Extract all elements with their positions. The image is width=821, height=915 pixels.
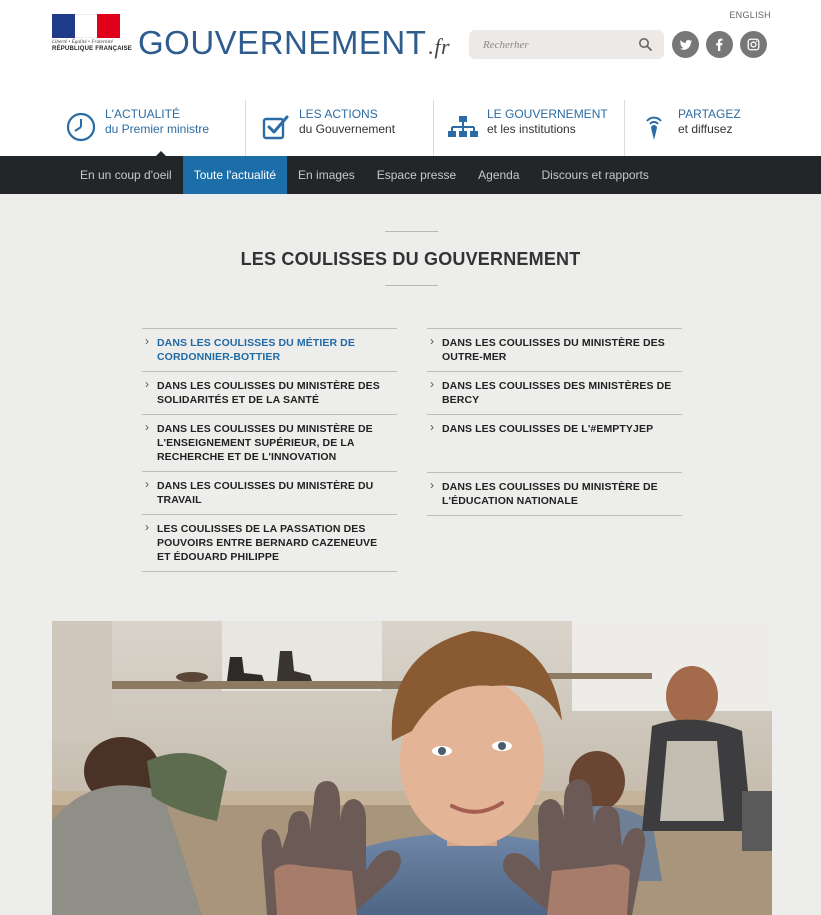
nav-actions[interactable]: LES ACTIONS du Gouvernement: [245, 100, 433, 156]
nav-actions-title: LES ACTIONS: [299, 107, 378, 121]
search-box: [469, 30, 664, 59]
twitter-icon[interactable]: [672, 31, 699, 58]
search-icon[interactable]: [638, 37, 652, 51]
tricolor-flag-icon: [52, 14, 121, 38]
nav-actualite[interactable]: L'ACTUALITÉ du Premier ministre: [52, 100, 245, 157]
featured-photo[interactable]: [52, 621, 772, 915]
list-item[interactable]: DANS LES COULISSES DU MINISTÈRE DE L'ÉDU…: [427, 472, 682, 516]
logo-republique-francaise: RÉPUBLIQUE FRANÇAISE: [52, 46, 133, 52]
subnav-coup-d-oeil[interactable]: En un coup d'oeil: [69, 156, 183, 194]
list-item[interactable]: DANS LES COULISSES DU MÉTIER DE CORDONNI…: [142, 328, 397, 371]
list-item[interactable]: DANS LES COULISSES DU MINISTÈRE DU TRAVA…: [142, 471, 397, 514]
logo-motto: Liberté • Égalité • Fraternité: [52, 40, 113, 45]
title-divider-top: [385, 231, 438, 232]
instagram-icon[interactable]: [740, 31, 767, 58]
main-navigation: L'ACTUALITÉ du Premier ministre LES ACTI…: [52, 100, 772, 157]
articles-list-left: DANS LES COULISSES DU MÉTIER DE CORDONNI…: [142, 328, 397, 572]
list-item[interactable]: DANS LES COULISSES DES MINISTÈRES DE BER…: [427, 371, 682, 414]
list-item[interactable]: DANS LES COULISSES DU MINISTÈRE DES SOLI…: [142, 371, 397, 414]
section-title: LES COULISSES DU GOUVERNEMENT: [240, 249, 581, 269]
subnav-en-images[interactable]: En images: [287, 156, 366, 194]
nav-partagez[interactable]: PARTAGEZ et diffusez: [624, 100, 772, 156]
nav-gouvernement[interactable]: LE GOUVERNEMENT et les institutions: [433, 100, 624, 156]
english-link[interactable]: ENGLISH: [729, 10, 771, 20]
nav-actions-subtitle: du Gouvernement: [299, 122, 396, 136]
title-divider-bottom: [385, 285, 438, 286]
sub-navigation: En un coup d'oeil Toute l'actualité En i…: [0, 156, 821, 194]
nav-gouvernement-title: LE GOUVERNEMENT: [487, 107, 608, 121]
subnav-discours-rapports[interactable]: Discours et rapports: [531, 156, 660, 194]
nav-partagez-title: PARTAGEZ: [678, 107, 741, 121]
site-header: Liberté • Égalité • Fraternité RÉPUBLIQU…: [0, 0, 821, 100]
nav-actualite-subtitle: du Premier ministre: [105, 122, 210, 136]
broadcast-icon: [646, 116, 662, 140]
articles-list-right: DANS LES COULISSES DU MINISTÈRE DES OUTR…: [427, 328, 682, 516]
nav-partagez-subtitle: et diffusez: [678, 122, 733, 136]
brand-tld: .fr: [428, 34, 451, 59]
list-item[interactable]: LES COULISSES DE LA PASSATION DES POUVOI…: [142, 514, 397, 572]
main-content: LES COULISSES DU GOUVERNEMENT DANS LES C…: [0, 194, 821, 915]
subnav-agenda[interactable]: Agenda: [467, 156, 530, 194]
site-brand[interactable]: GOUVERNEMENT.fr: [138, 24, 450, 62]
search-input[interactable]: [469, 30, 619, 59]
list-item[interactable]: DANS LES COULISSES DU MINISTÈRE DE L'ENS…: [142, 414, 397, 471]
nav-actualite-title: L'ACTUALITÉ: [105, 107, 180, 121]
list-item[interactable]: DANS LES COULISSES DU MINISTÈRE DES OUTR…: [427, 328, 682, 371]
facebook-icon[interactable]: [706, 31, 733, 58]
list-item[interactable]: DANS LES COULISSES DE L'#EMPTYJEP: [427, 414, 682, 472]
org-chart-icon: [448, 116, 478, 137]
subnav-espace-presse[interactable]: Espace presse: [366, 156, 467, 194]
nav-gouvernement-subtitle: et les institutions: [487, 122, 576, 136]
subnav-toute-actualite[interactable]: Toute l'actualité: [182, 156, 288, 194]
brand-main: GOUVERNEMENT: [138, 24, 427, 61]
clock-icon: [66, 112, 96, 142]
checkbox-icon: [262, 115, 289, 140]
marianne-logo[interactable]: Liberté • Égalité • Fraternité RÉPUBLIQU…: [52, 14, 133, 56]
